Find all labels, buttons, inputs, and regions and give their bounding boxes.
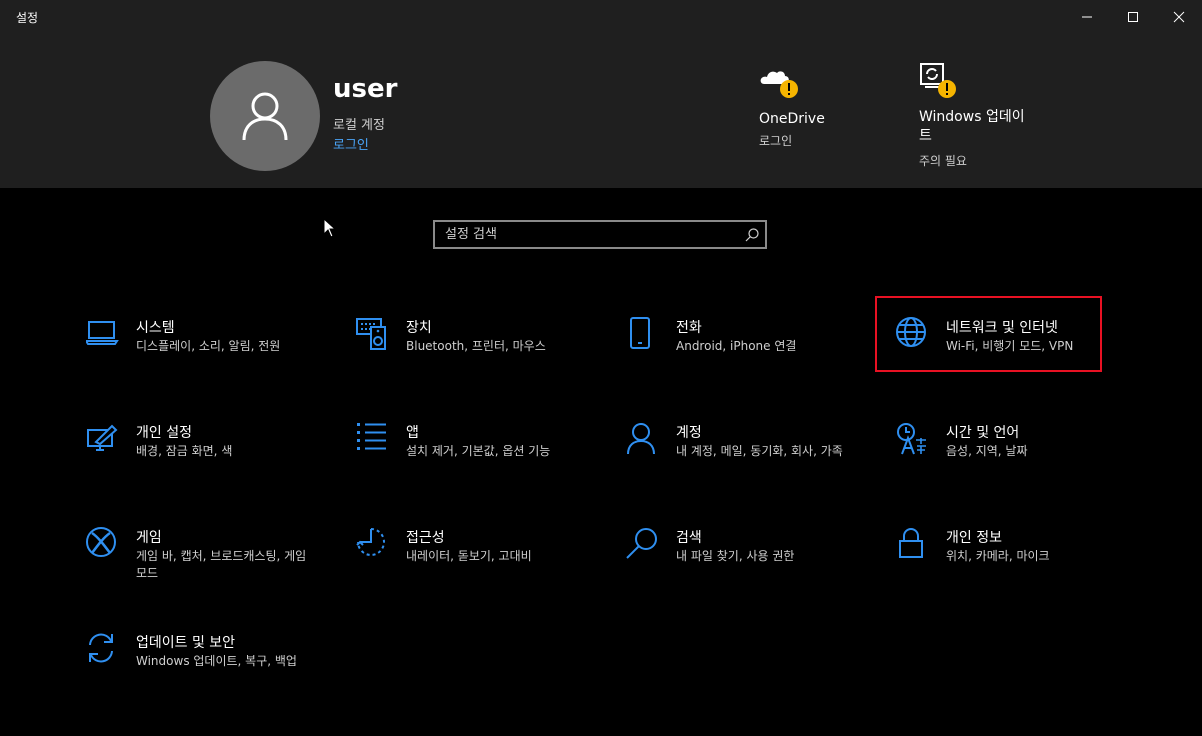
avatar[interactable] — [210, 61, 320, 171]
category-title: 시스템 — [136, 320, 175, 336]
category-title: 앱 — [406, 425, 419, 441]
sync-icon — [89, 633, 113, 663]
category-description: 내 파일 찾기, 사용 권한 — [676, 549, 795, 563]
category-personalization[interactable]: 개인 설정 배경, 잠금 화면, 색 — [86, 422, 316, 492]
category-privacy[interactable]: 개인 정보 위치, 카메라, 마이크 — [896, 527, 1126, 597]
maximize-button[interactable] — [1110, 0, 1156, 34]
category-title: 검색 — [676, 530, 702, 546]
category-description: Bluetooth, 프린터, 마우스 — [406, 339, 546, 353]
search-icon[interactable] — [743, 226, 761, 244]
category-apps[interactable]: 앱 설치 제거, 기본값, 옵션 기능 — [356, 422, 586, 492]
category-description: 설치 제거, 기본값, 옵션 기능 — [406, 444, 551, 458]
category-title: 계정 — [676, 425, 702, 441]
phone-icon — [630, 317, 650, 349]
xbox-icon — [86, 527, 116, 557]
person-icon — [627, 423, 655, 455]
settings-search-box[interactable] — [433, 220, 767, 249]
category-update-security[interactable]: 업데이트 및 보안 Windows 업데이트, 복구, 백업 — [86, 632, 316, 702]
category-title: 개인 정보 — [946, 530, 1002, 546]
category-description: 내 계정, 메일, 동기화, 회사, 가족 — [676, 444, 843, 458]
category-system[interactable]: 시스템 디스플레이, 소리, 알림, 전원 — [86, 317, 316, 387]
category-description: 게임 바, 캡처, 브로드캐스팅, 게임 모드 — [136, 549, 307, 580]
close-button[interactable] — [1156, 0, 1202, 34]
category-title: 장치 — [406, 320, 432, 336]
category-title: 업데이트 및 보안 — [136, 635, 236, 651]
category-title: 시간 및 언어 — [946, 425, 1020, 441]
category-accounts[interactable]: 계정 내 계정, 메일, 동기화, 회사, 가족 — [626, 422, 856, 492]
signin-link[interactable]: 로그인 — [333, 134, 369, 153]
category-description: 내레이터, 돋보기, 고대비 — [406, 549, 532, 563]
category-description: Android, iPhone 연결 — [676, 339, 797, 353]
category-gaming[interactable]: 게임 게임 바, 캡처, 브로드캐스팅, 게임 모드 — [86, 527, 316, 597]
user-name: user — [333, 74, 398, 104]
category-phone[interactable]: 전화 Android, iPhone 연결 — [626, 317, 856, 387]
onedrive-title: OneDrive — [759, 111, 825, 127]
category-title: 개인 설정 — [136, 425, 192, 441]
category-accessibility[interactable]: 접근성 내레이터, 돋보기, 고대비 — [356, 527, 586, 597]
category-title: 게임 — [136, 530, 162, 546]
minimize-icon — [1082, 16, 1092, 18]
laptop-icon — [86, 321, 119, 345]
account-header: user 로컬 계정 로그인 OneDrive 로그인 Windows 업데이트… — [0, 34, 1202, 188]
settings-window: 설정 user 로컬 계정 로그인 OneDrive 로그인 Windows 업… — [0, 0, 1202, 736]
category-description: 디스플레이, 소리, 알림, 전원 — [136, 339, 281, 353]
account-type: 로컬 계정 — [333, 118, 385, 133]
close-icon — [1173, 11, 1185, 23]
category-title: 전화 — [676, 320, 702, 336]
search-input[interactable] — [435, 222, 745, 247]
title-bar: 설정 — [0, 0, 1202, 34]
personalization-icon — [87, 424, 118, 451]
apps-list-icon — [357, 423, 386, 450]
onedrive-warning-icon — [760, 71, 798, 98]
category-devices[interactable]: 장치 Bluetooth, 프린터, 마우스 — [356, 317, 586, 387]
windows-update-subtitle: 주의 필요 — [919, 154, 967, 168]
selection-highlight — [875, 296, 1102, 372]
category-description: 위치, 카메라, 마이크 — [946, 549, 1050, 563]
category-description: 음성, 지역, 날짜 — [946, 444, 1028, 458]
minimize-button[interactable] — [1064, 0, 1110, 34]
update-warning-icon — [920, 63, 956, 98]
windows-update-status[interactable]: Windows 업데이트 주의 필요 — [919, 62, 1039, 172]
devices-icon — [356, 318, 386, 350]
category-title: 접근성 — [406, 530, 445, 546]
onedrive-subtitle: 로그인 — [759, 134, 793, 148]
category-search[interactable]: 검색 내 파일 찾기, 사용 권한 — [626, 527, 856, 597]
maximize-icon — [1128, 12, 1138, 22]
windows-update-title: Windows 업데이트 — [919, 109, 1025, 144]
time-language-icon — [897, 423, 926, 455]
window-title: 설정 — [16, 11, 39, 25]
mouse-cursor-icon — [323, 218, 337, 238]
search-icon — [626, 528, 657, 559]
category-description: 배경, 잠금 화면, 색 — [136, 444, 233, 458]
accessibility-icon — [356, 528, 385, 556]
user-silhouette-icon — [242, 92, 288, 141]
category-description: Windows 업데이트, 복구, 백업 — [136, 654, 297, 668]
category-time-language[interactable]: 시간 및 언어 음성, 지역, 날짜 — [896, 422, 1126, 492]
onedrive-status[interactable]: OneDrive 로그인 — [759, 64, 889, 164]
lock-icon — [899, 528, 923, 558]
